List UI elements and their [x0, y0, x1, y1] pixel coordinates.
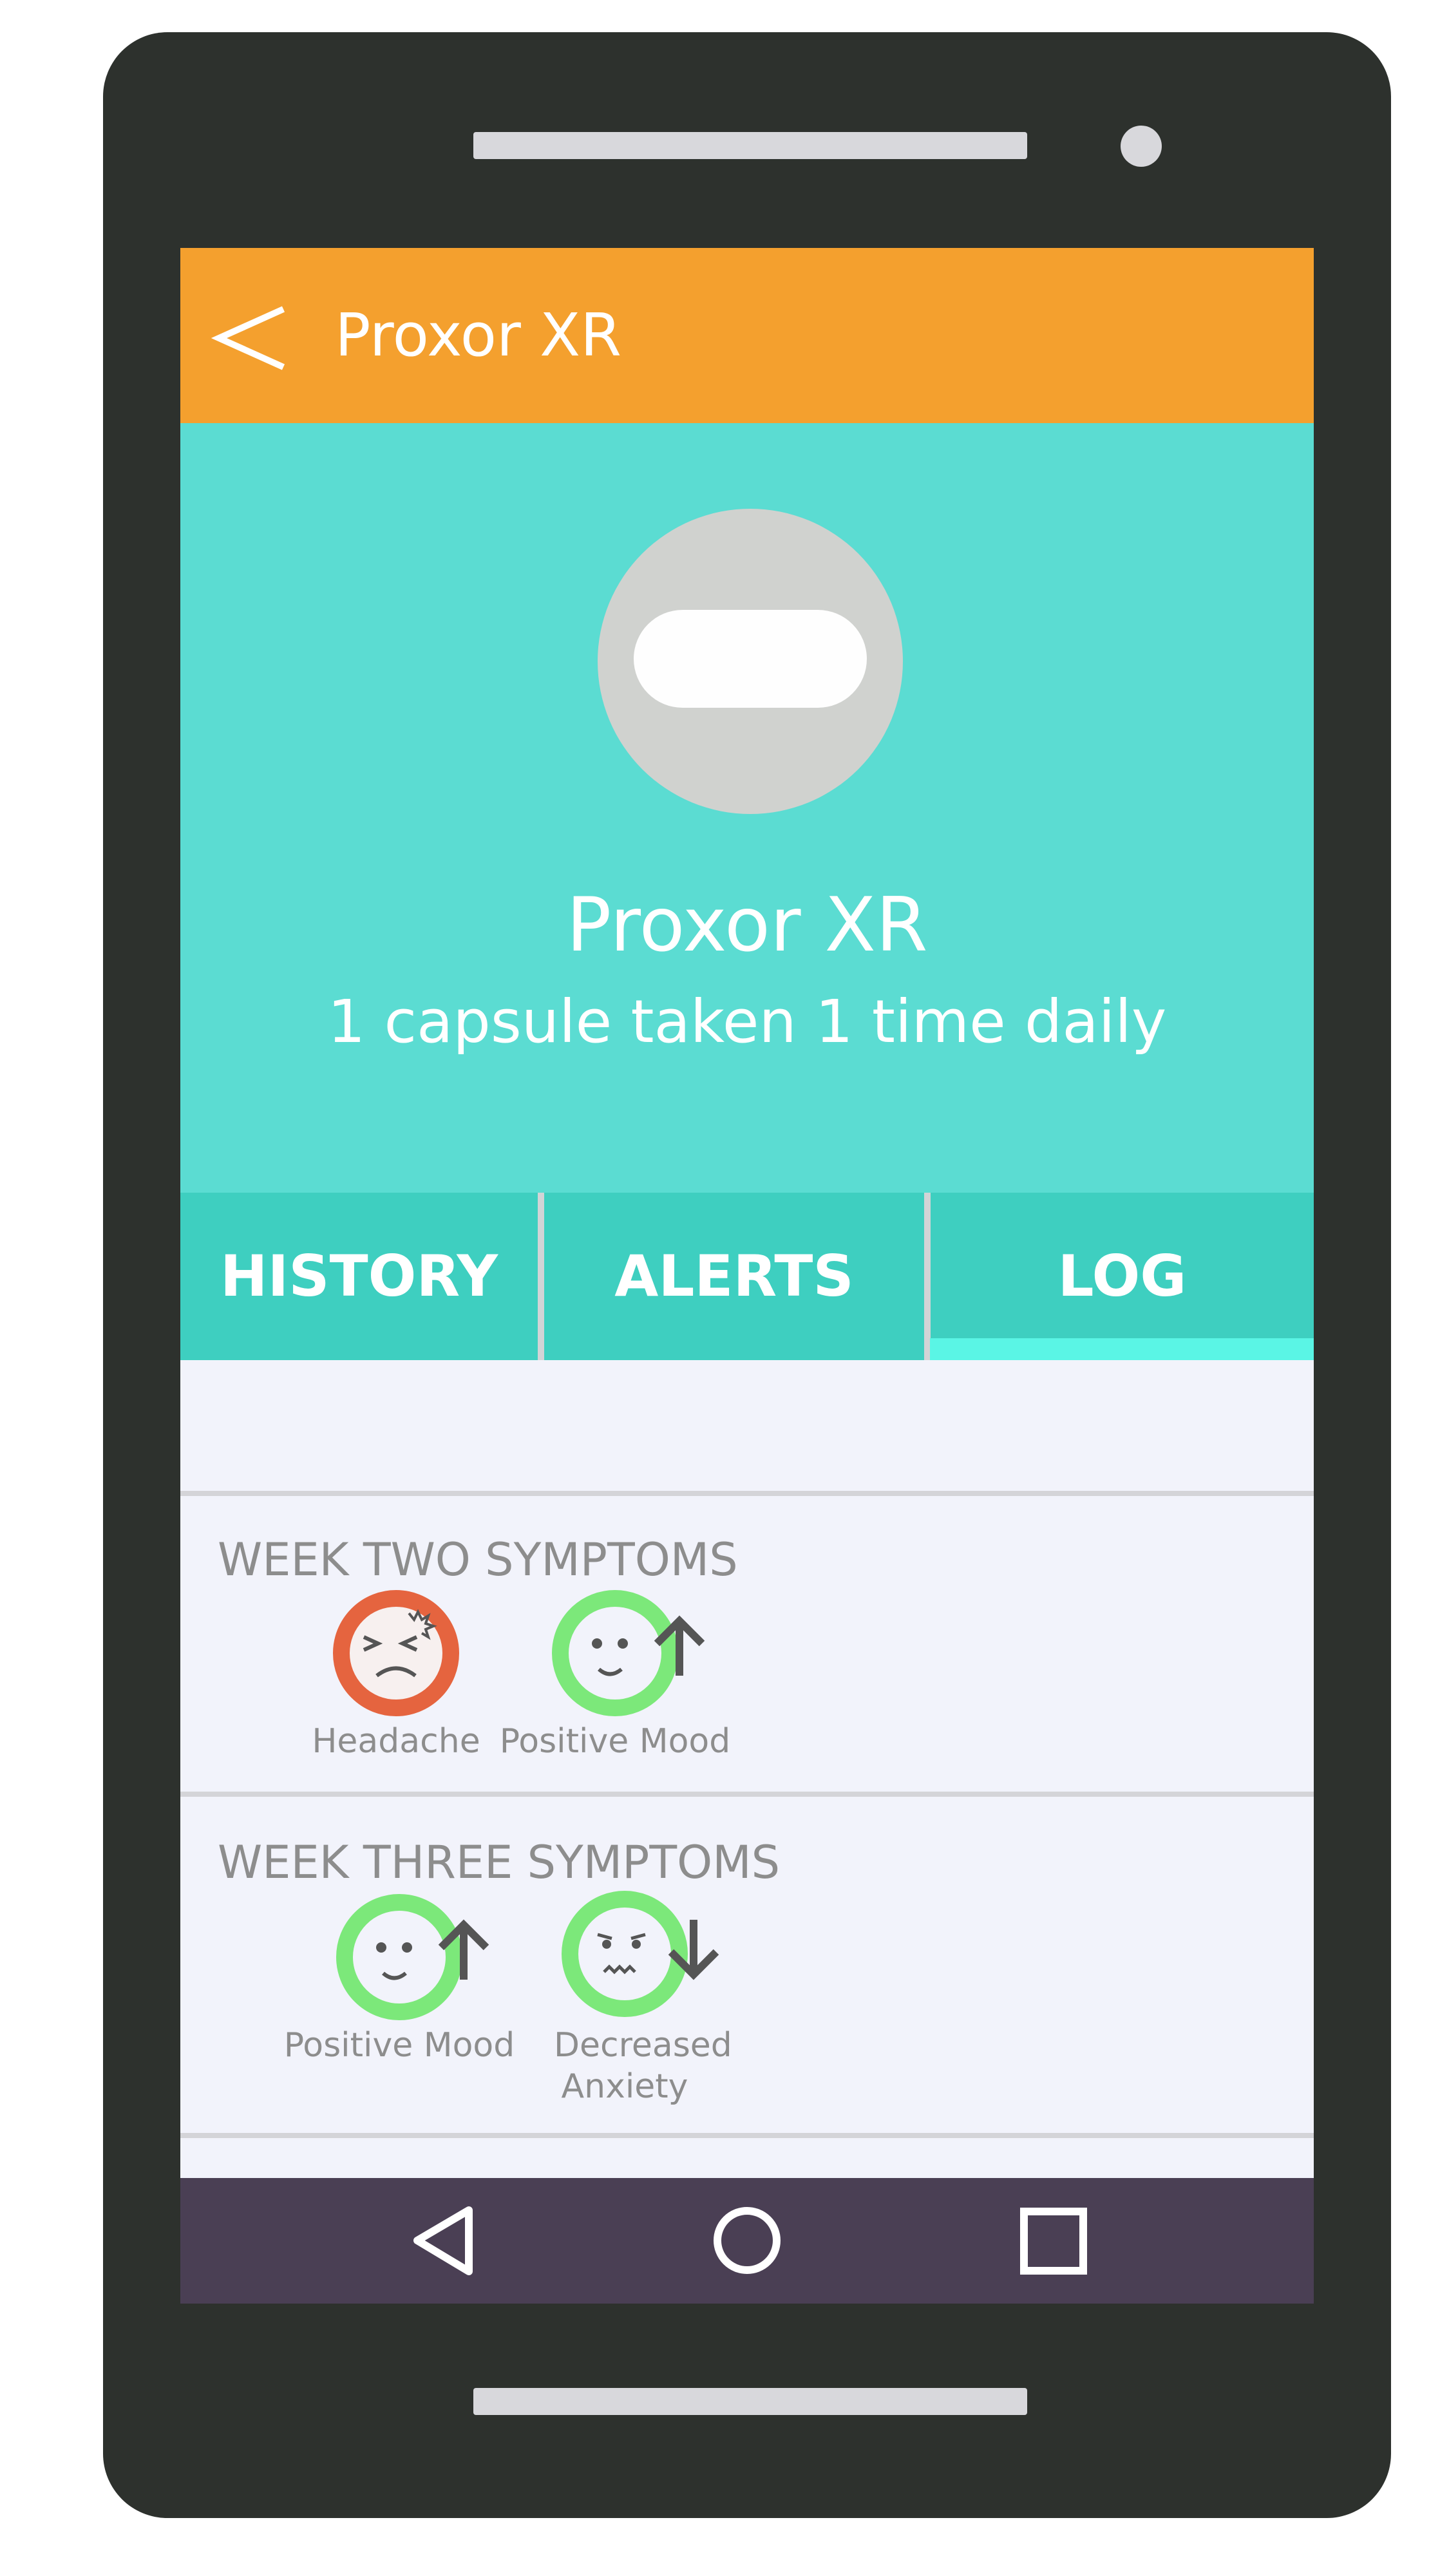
section-title-week-two: WEEK TWO SYMPTOMS — [218, 1533, 738, 1586]
app-bar-title: Proxor XR — [335, 301, 622, 370]
section-divider — [180, 1792, 1314, 1797]
back-chevron-icon — [211, 306, 285, 370]
medication-image — [598, 509, 903, 814]
symptom-positive-mood[interactable]: Positive Mood — [486, 1589, 744, 1782]
symptom-label: Positive Mood — [499, 1722, 731, 1761]
bottom-speaker — [473, 2388, 1027, 2415]
tab-log[interactable]: LOG — [931, 1193, 1314, 1360]
symptom-label: Decreased Anxiety — [554, 2026, 732, 2106]
headache-face-icon — [333, 1590, 459, 1716]
nav-recents-button[interactable] — [989, 2178, 1117, 2304]
front-camera — [1121, 126, 1162, 167]
medication-dosage: 1 capsule taken 1 time daily — [327, 987, 1167, 1056]
medication-name: Proxor XR — [566, 882, 928, 969]
section-title-week-three: WEEK THREE SYMPTOMS — [218, 1836, 781, 1889]
section-divider — [180, 2133, 1314, 2138]
up-arrow-icon — [654, 1615, 705, 1676]
up-arrow-icon — [438, 1919, 489, 1980]
nav-back-button[interactable] — [380, 2178, 509, 2304]
nav-home-icon — [714, 2207, 781, 2274]
nav-home-button[interactable] — [683, 2178, 811, 2304]
section-divider — [180, 1491, 1314, 1496]
phone-frame: Proxor XR Proxor XR 1 capsule taken 1 ti… — [103, 32, 1391, 2518]
symptom-decreased-anxiety[interactable]: Decreased Anxiety — [496, 1889, 753, 2108]
tab-bar: HISTORY ALERTS LOG — [180, 1193, 1314, 1360]
screen: Proxor XR Proxor XR 1 capsule taken 1 ti… — [180, 248, 1314, 2304]
tab-divider — [538, 1193, 544, 1360]
log-content: WEEK TWO SYMPTOMS Headache Positive Mood… — [180, 1360, 1314, 2139]
tab-alerts[interactable]: ALERTS — [544, 1193, 924, 1360]
tab-divider — [924, 1193, 931, 1360]
system-navigation-bar — [180, 2178, 1314, 2304]
down-arrow-icon — [668, 1920, 719, 1980]
app-bar: Proxor XR — [180, 248, 1314, 423]
tab-history[interactable]: HISTORY — [180, 1193, 538, 1360]
medication-header: Proxor XR 1 capsule taken 1 time daily — [180, 423, 1314, 1193]
capsule-icon — [634, 610, 867, 708]
symptom-label: Positive Mood — [283, 2026, 515, 2065]
nav-recents-icon — [1020, 2208, 1087, 2275]
active-tab-indicator — [930, 1338, 1314, 1360]
back-button[interactable] — [206, 293, 296, 383]
nav-back-icon — [413, 2206, 473, 2275]
earpiece-speaker — [473, 132, 1027, 159]
